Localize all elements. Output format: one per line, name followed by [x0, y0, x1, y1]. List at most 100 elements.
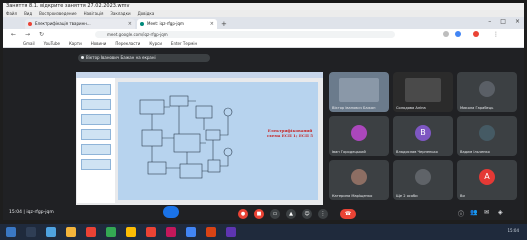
menu-item-help[interactable]: Довідка — [138, 10, 155, 17]
address-bar: ← → ↻ meet.google.com/iqz-rfgp-jqm ⋮ — [3, 29, 524, 40]
info-icon[interactable]: ⓘ — [458, 209, 464, 218]
more-options-icon[interactable]: ⋮ — [318, 209, 328, 219]
captions-icon[interactable]: ▭ — [270, 209, 280, 219]
bookmark-item[interactable]: Карти — [69, 40, 82, 47]
participant-name: Микола Гарабець — [460, 106, 494, 110]
taskbar-app-icon[interactable] — [146, 227, 156, 237]
maximize-icon[interactable]: □ — [500, 18, 506, 25]
participant-name: Солодова Аліна — [396, 106, 426, 110]
activities-icon[interactable]: ◈ — [498, 209, 503, 216]
participant-tile[interactable]: B Владислав Черненько — [393, 116, 453, 156]
taskbar-app-icon[interactable] — [46, 227, 56, 237]
menu-item-navigation[interactable]: Навігація — [84, 10, 104, 17]
reactions-icon[interactable]: ☺ — [302, 209, 312, 219]
reload-icon[interactable]: ↻ — [39, 31, 44, 38]
participant-tile[interactable]: Віктор Іванович Бажан — [329, 72, 389, 112]
os-taskbar: 15:04 — [0, 224, 527, 240]
menu-item-file[interactable]: Файл — [6, 10, 17, 17]
menu-item-bookmarks[interactable]: Закладки — [110, 10, 130, 17]
browser-tab-active[interactable]: Meet: iqz-rfgp-jqm × — [137, 19, 217, 29]
mic-off-icon[interactable]: ● — [238, 209, 248, 219]
participant-name: Ви — [460, 194, 465, 198]
participant-video — [405, 78, 441, 102]
people-icon[interactable]: 👥 — [470, 209, 477, 216]
taskbar-app-icon[interactable] — [226, 227, 236, 237]
participant-tile[interactable]: Солодова Аліна — [393, 72, 453, 112]
leave-call-icon[interactable]: ☎ — [340, 209, 356, 219]
camera-off-icon[interactable]: ■ — [254, 209, 264, 219]
url-input[interactable]: meet.google.com/iqz-rfgp-jqm — [95, 31, 395, 38]
schematic-diagram — [139, 95, 233, 179]
bookmark-item[interactable]: Gmail — [23, 40, 35, 47]
participant-tile[interactable]: Ще 2 особи — [393, 160, 453, 200]
chrome-icon[interactable] — [126, 227, 136, 237]
browser-tab-strip: Електрифікація тваринн... × Meet: iqz-rf… — [3, 17, 524, 29]
participant-name: Віктор Іванович Бажан — [332, 106, 376, 110]
taskbar-app-icon[interactable] — [86, 227, 96, 237]
presenter-indicator — [163, 206, 179, 218]
menu-item-view[interactable]: Вид — [24, 10, 32, 17]
minimize-icon[interactable]: – — [488, 18, 491, 25]
avatar — [351, 169, 367, 185]
meeting-code: iqz-rfgp-jqm — [26, 210, 54, 215]
bookmark-item[interactable]: Курси — [149, 40, 162, 47]
browser-tab[interactable]: Електрифікація тваринн... × — [25, 19, 135, 29]
new-tab-icon[interactable]: + — [221, 19, 227, 29]
back-icon[interactable]: ← — [11, 31, 16, 38]
avatar — [479, 125, 495, 141]
favicon-icon — [28, 22, 32, 26]
player-menu-bar: Файл Вид Воспроизведение Навігація Закла… — [3, 10, 524, 17]
avatar — [479, 81, 495, 97]
participant-tile[interactable]: Микола Гарабець — [457, 72, 517, 112]
participant-tile[interactable]: A Ви — [457, 160, 517, 200]
slide-thumbnail — [81, 99, 111, 110]
taskbar-app-icon[interactable] — [166, 227, 176, 237]
participant-name: Ще 2 особи — [396, 194, 418, 198]
participant-tile[interactable]: Іван Городецький — [329, 116, 389, 156]
participant-name: Вадим Ільченко — [460, 150, 490, 154]
close-tab-icon[interactable]: × — [128, 19, 132, 29]
participant-name: Владислав Черненько — [396, 150, 438, 154]
tab-label: Meet: iqz-rfgp-jqm — [147, 21, 184, 26]
taskbar-app-icon[interactable] — [186, 227, 196, 237]
tab-label: Електрифікація тваринн... — [35, 21, 91, 26]
window-controls: – □ × — [488, 18, 520, 25]
avatar: B — [415, 125, 431, 141]
more-menu-icon[interactable]: ⋮ — [493, 31, 499, 38]
close-tab-icon[interactable]: × — [210, 19, 214, 29]
taskbar-app-icon[interactable] — [106, 227, 116, 237]
close-window-icon[interactable]: × — [515, 18, 520, 25]
folder-icon[interactable] — [66, 227, 76, 237]
bookmark-item[interactable]: Enter Термін — [171, 40, 197, 47]
extension-icon[interactable] — [443, 31, 449, 37]
participant-name: Іван Городецький — [332, 150, 366, 154]
clock: 15:04 — [507, 228, 519, 233]
bookmark-item[interactable]: Перекласти — [115, 40, 140, 47]
chat-icon[interactable]: ✉ — [484, 209, 489, 216]
present-icon[interactable]: ▲ — [286, 209, 296, 219]
screen-frame: Заняття 8.1. відкрите заняття 27.02.2023… — [0, 0, 527, 240]
meet-stage: Віктор Іванович Бажан на екрані Електриф… — [3, 48, 524, 220]
search-icon[interactable] — [26, 227, 36, 237]
extension-icon[interactable] — [455, 31, 461, 37]
bookmark-item[interactable]: YouTube — [44, 40, 60, 47]
participant-tile[interactable]: Вадим Ільченко — [457, 116, 517, 156]
profile-icon[interactable] — [473, 31, 479, 37]
meet-control-bar: 15:04 | iqz-rfgp-jqm ● ■ ▭ ▲ ☺ ⋮ ☎ ⓘ 👥 ✉… — [3, 206, 524, 220]
avatar — [351, 125, 367, 141]
slide-thumbnail — [81, 114, 111, 125]
forward-icon[interactable]: → — [25, 31, 30, 38]
present-icon — [81, 56, 84, 59]
menu-item-playback[interactable]: Воспроизведение — [39, 10, 76, 17]
meet-favicon-icon — [140, 22, 144, 26]
start-icon[interactable] — [6, 227, 16, 237]
bookmark-item[interactable]: Новини — [91, 40, 107, 47]
slide-thumbnail — [81, 159, 111, 170]
meeting-time: 15:04 — [9, 210, 22, 215]
presenting-banner: Віктор Іванович Бажан на екрані — [78, 54, 210, 62]
participant-video — [339, 78, 379, 102]
slide-thumbnails — [77, 78, 115, 203]
participant-tile[interactable]: Катерина Маріщенко — [329, 160, 389, 200]
player-title-bar: Заняття 8.1. відкрите заняття 27.02.2023… — [3, 3, 524, 10]
taskbar-app-icon[interactable] — [206, 227, 216, 237]
